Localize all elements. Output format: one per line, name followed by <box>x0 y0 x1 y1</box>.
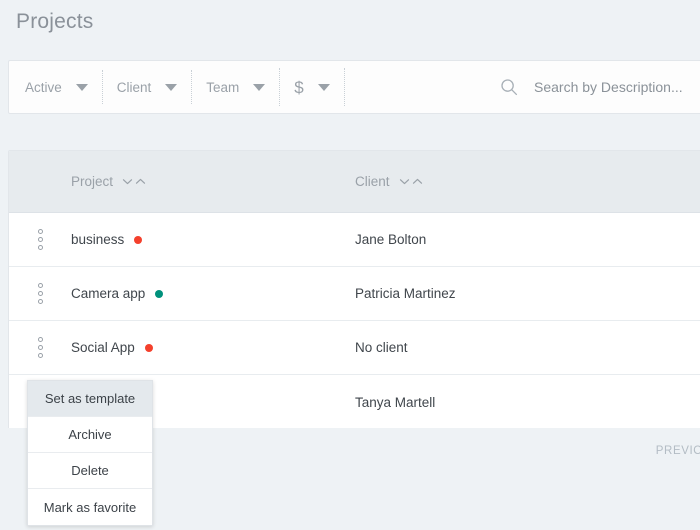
dollar-icon: $ <box>294 77 304 97</box>
menu-item-archive[interactable]: Archive <box>28 417 152 453</box>
kebab-dot <box>37 283 43 288</box>
filter-team[interactable]: Team <box>192 61 279 113</box>
table-header-row: Project Client <box>9 151 700 213</box>
page-title: Projects <box>16 10 94 33</box>
search-icon[interactable] <box>500 78 518 96</box>
kebab-dot <box>37 245 43 250</box>
cell-project: Social App <box>71 340 355 355</box>
menu-item-mark-as-favorite[interactable]: Mark as favorite <box>28 489 152 525</box>
kebab-dot <box>37 353 43 358</box>
row-options-icon[interactable] <box>9 283 71 304</box>
filter-status-label: Active <box>25 79 62 95</box>
chevron-up-icon <box>135 178 146 184</box>
kebab-dot <box>37 345 43 350</box>
filter-status[interactable]: Active <box>9 61 102 113</box>
chevron-down-icon <box>317 83 330 91</box>
sort-controls-project[interactable] <box>122 177 146 186</box>
search-area <box>500 61 700 113</box>
kebab-dot <box>37 237 43 242</box>
chevron-down-icon <box>122 179 133 185</box>
chevron-down-icon <box>165 83 178 91</box>
filter-team-label: Team <box>206 79 240 95</box>
chevron-down-icon <box>399 179 409 185</box>
column-header-client[interactable]: Client <box>355 174 700 189</box>
kebab-dot <box>37 291 43 296</box>
row-options-icon[interactable] <box>9 229 71 250</box>
kebab-dot <box>37 229 43 234</box>
filter-bar-spacer <box>345 61 500 113</box>
filter-client-label: Client <box>116 79 152 95</box>
status-dot <box>144 343 153 352</box>
search-input[interactable] <box>534 79 700 95</box>
table-row[interactable]: business Jane Bolton <box>9 213 700 267</box>
column-header-project[interactable]: Project <box>71 174 355 189</box>
cell-project: business <box>71 232 355 247</box>
cell-client: Patricia Martinez <box>355 286 456 301</box>
filter-client[interactable]: Client <box>103 61 192 113</box>
filter-billable[interactable]: $ <box>280 61 343 113</box>
table-row[interactable]: Camera app Patricia Martinez <box>9 267 700 321</box>
cell-project: Camera app <box>71 286 355 301</box>
kebab-dot <box>37 337 43 342</box>
filter-bar: Active Client Team $ <box>8 60 700 114</box>
column-header-client-label: Client <box>355 174 390 189</box>
row-options-icon[interactable] <box>9 337 71 358</box>
menu-item-delete[interactable]: Delete <box>28 453 152 489</box>
table-row[interactable]: Social App No client <box>9 321 700 375</box>
project-name: business <box>71 232 125 247</box>
project-name: Camera app <box>71 286 146 301</box>
chevron-up-icon <box>412 178 422 184</box>
cell-client: Tanya Martell <box>355 394 436 410</box>
menu-item-set-as-template[interactable]: Set as template <box>28 381 152 417</box>
cell-client: Jane Bolton <box>355 232 427 247</box>
project-name: Social App <box>71 340 135 355</box>
sort-controls-client[interactable] <box>399 177 423 186</box>
cell-client: No client <box>355 340 408 355</box>
chevron-down-icon <box>75 83 88 91</box>
status-dot <box>155 289 164 298</box>
kebab-dot <box>37 299 43 304</box>
status-dot <box>134 235 143 244</box>
column-header-project-label: Project <box>71 174 114 189</box>
chevron-down-icon <box>253 83 266 91</box>
previous-page-button[interactable]: PREVIOUS <box>656 445 700 457</box>
row-context-menu: Set as template Archive Delete Mark as f… <box>27 380 153 526</box>
